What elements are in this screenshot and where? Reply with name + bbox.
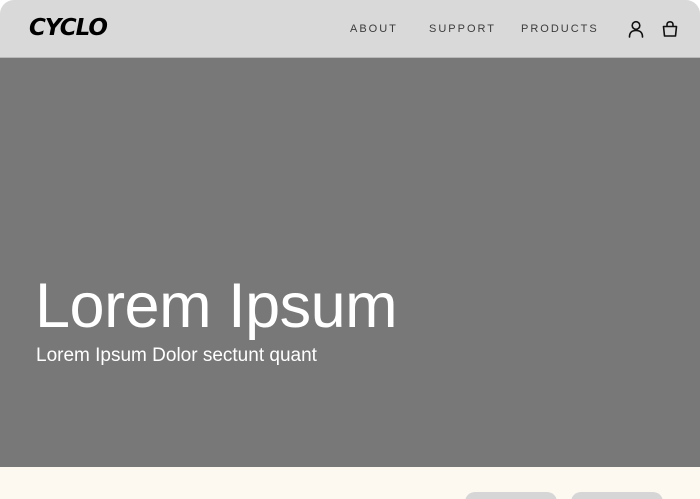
content-section bbox=[0, 467, 700, 499]
nav-link-products[interactable]: PRODUCTS bbox=[521, 22, 599, 36]
site-header: CYCLO ABOUT SUPPORT PRODUCTS bbox=[0, 0, 700, 58]
nav-link-support[interactable]: SUPPORT bbox=[429, 22, 496, 36]
hero-subtitle: Lorem Ipsum Dolor sectunt quant bbox=[36, 345, 317, 366]
nav-link-about[interactable]: ABOUT bbox=[350, 22, 398, 36]
section-button-1[interactable] bbox=[465, 492, 557, 499]
shopping-bag-icon[interactable] bbox=[660, 19, 680, 39]
hero-banner: Lorem Ipsum Lorem Ipsum Dolor sectunt qu… bbox=[0, 58, 700, 467]
brand-logo[interactable]: CYCLO bbox=[29, 13, 108, 43]
user-icon[interactable] bbox=[626, 19, 646, 39]
section-button-2[interactable] bbox=[571, 492, 663, 499]
hero-title: Lorem Ipsum bbox=[35, 271, 398, 341]
page-frame: CYCLO ABOUT SUPPORT PRODUCTS Lorem Ipsum… bbox=[0, 0, 700, 499]
